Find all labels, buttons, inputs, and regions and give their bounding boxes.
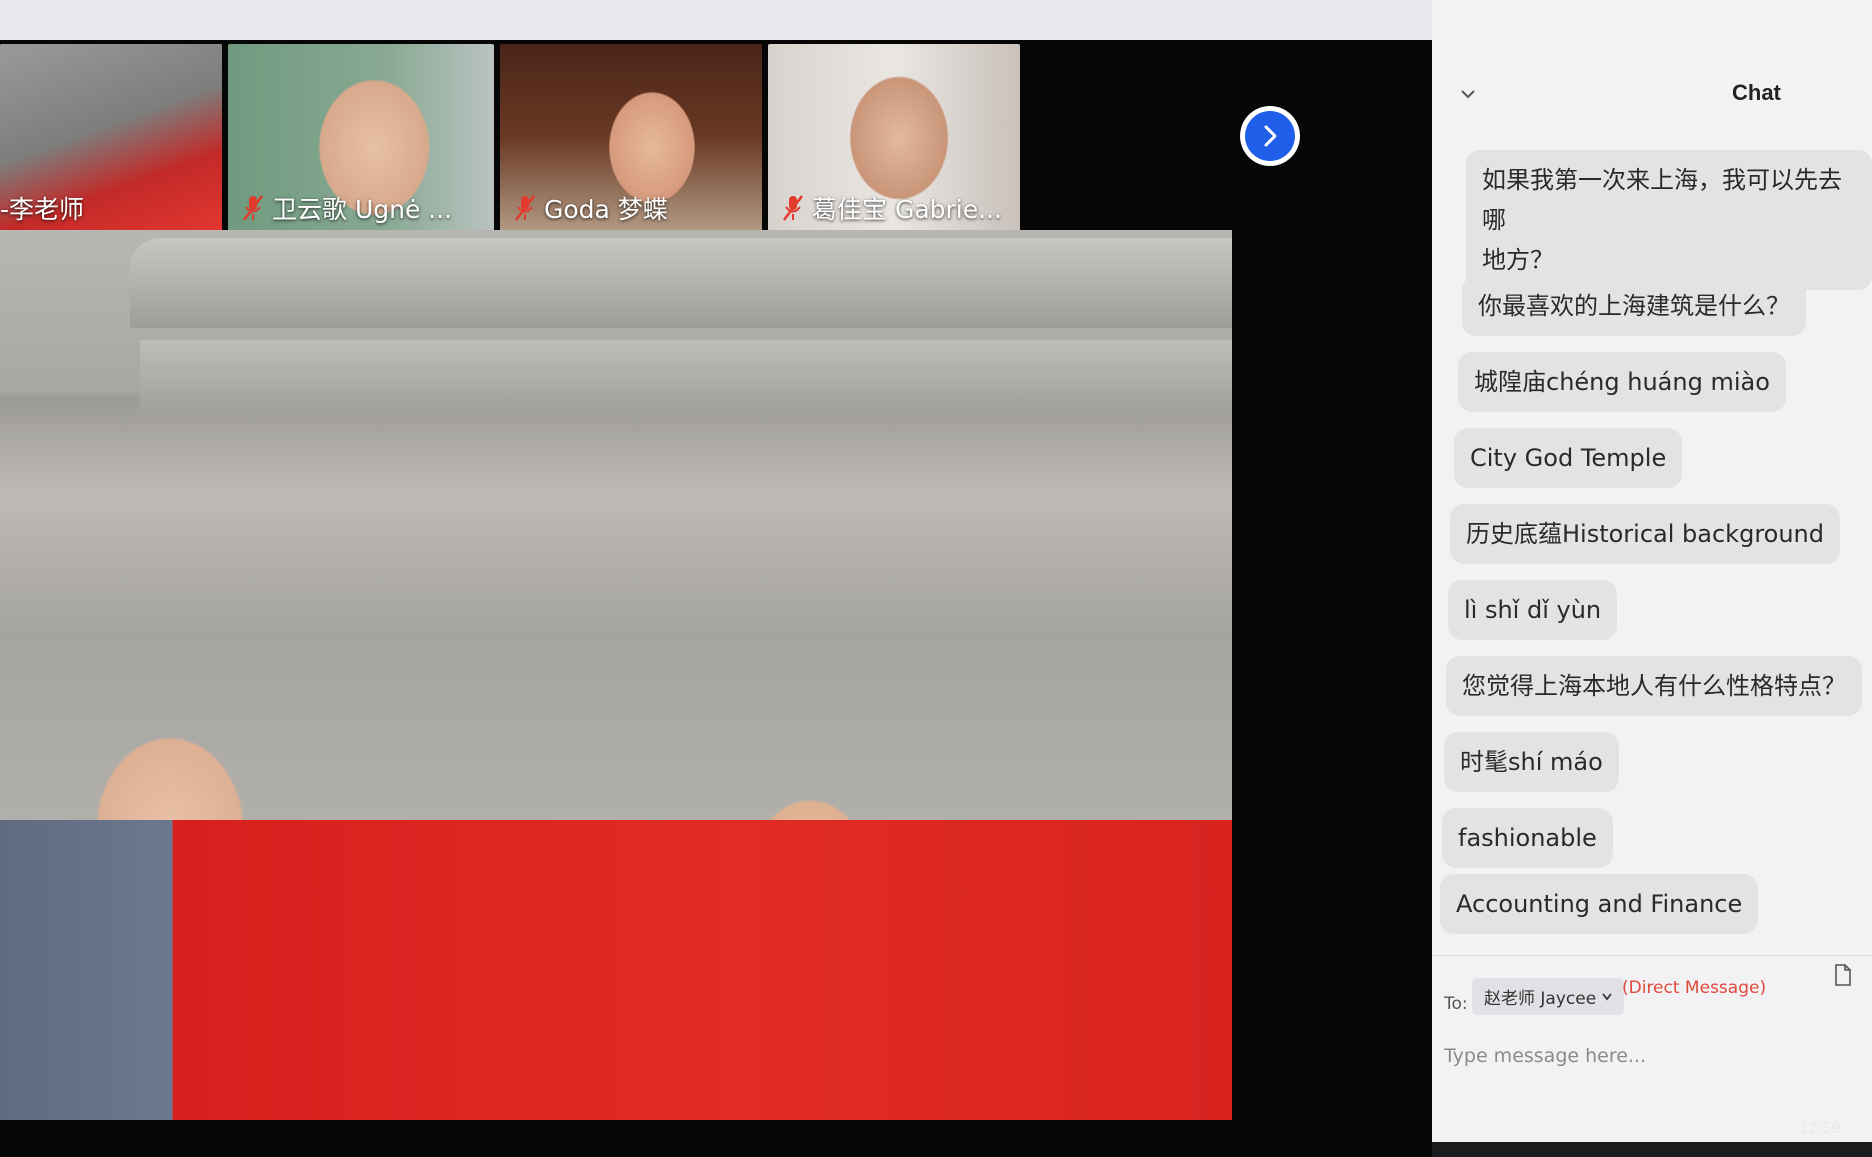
participant-tile[interactable]: 葛佳宝 Gabrie... [768, 44, 1020, 232]
participant-name-tag: Goda 梦蝶 [514, 190, 668, 226]
chat-message: lì shǐ dǐ yùn [1448, 580, 1618, 640]
screen: -李老师 卫云歌 Ugnė ... Goda 梦蝶 葛佳宝 Gabrie... … [0, 0, 1872, 1157]
chat-message: 历史底蕴Historical background [1450, 504, 1840, 564]
recipient-name: 赵老师 Jaycee [1484, 989, 1597, 1009]
participant-name-tag: -李老师 [0, 190, 84, 226]
mic-muted-icon [243, 195, 263, 221]
participant-tile[interactable]: -李老师 [0, 44, 222, 232]
participant-name: Goda 梦蝶 [544, 195, 668, 224]
message-input[interactable] [1444, 1036, 1844, 1076]
chat-message: Accounting and Finance [1440, 874, 1759, 934]
taskbar [1432, 1142, 1872, 1157]
system-clock: 12:59 [1800, 1120, 1841, 1137]
video-background [130, 238, 1232, 328]
video-background [140, 340, 1232, 410]
participant-tile[interactable]: Goda 梦蝶 [500, 44, 762, 232]
mic-muted-icon [783, 195, 803, 221]
recipient-select[interactable]: 赵老师 Jaycee [1472, 978, 1625, 1015]
participant-thumbnails: -李老师 卫云歌 Ugnė ... Goda 梦蝶 葛佳宝 Gabrie... [0, 44, 1220, 236]
chat-message: 城隍庙chéng huáng miào [1458, 352, 1786, 412]
chat-message: 您觉得上海本地人有什么性格特点？ [1446, 656, 1862, 716]
direct-message-label: (Direct Message) [1622, 978, 1767, 998]
video-background [0, 820, 1232, 1120]
chat-panel: Chat 如果我第一次来上海，我可以先去哪 地方？ 你最喜欢的上海建筑是什么？ … [1432, 0, 1872, 1157]
chevron-right-icon [1264, 125, 1277, 147]
participant-name: 葛佳宝 Gabrie... [812, 195, 1002, 224]
participant-name-tag: 葛佳宝 Gabrie... [782, 190, 1002, 226]
participant-name: 卫云歌 Ugnė ... [272, 195, 453, 224]
chevron-down-icon[interactable] [1460, 86, 1476, 102]
chat-message-text: 地方？ [1482, 246, 1554, 274]
chat-message: 如果我第一次来上海，我可以先去哪 地方？ [1466, 150, 1872, 290]
chat-message: City God Temple [1454, 428, 1683, 488]
participant-name: -李老师 [0, 195, 85, 224]
chat-message: 你最喜欢的上海建筑是什么？ [1462, 276, 1806, 336]
next-page-button[interactable] [1240, 106, 1300, 166]
active-speaker-video [0, 230, 1232, 1120]
meeting-view: -李老师 卫云歌 Ugnė ... Goda 梦蝶 葛佳宝 Gabrie... [0, 40, 1432, 1157]
chat-header: Chat [1432, 70, 1872, 120]
chat-message: 时髦shí máo [1444, 732, 1619, 792]
participant-tile[interactable]: 卫云歌 Ugnė ... [228, 44, 494, 232]
chat-message: fashionable [1442, 808, 1613, 868]
file-icon[interactable] [1834, 964, 1852, 986]
participant-name-tag: 卫云歌 Ugnė ... [242, 190, 452, 226]
mic-muted-icon [515, 195, 535, 221]
chevron-down-icon [1602, 992, 1612, 1000]
chat-message-text: 如果我第一次来上海，我可以先去哪 [1482, 166, 1842, 234]
to-label: To: [1444, 994, 1468, 1014]
chat-title: Chat [1732, 80, 1781, 105]
